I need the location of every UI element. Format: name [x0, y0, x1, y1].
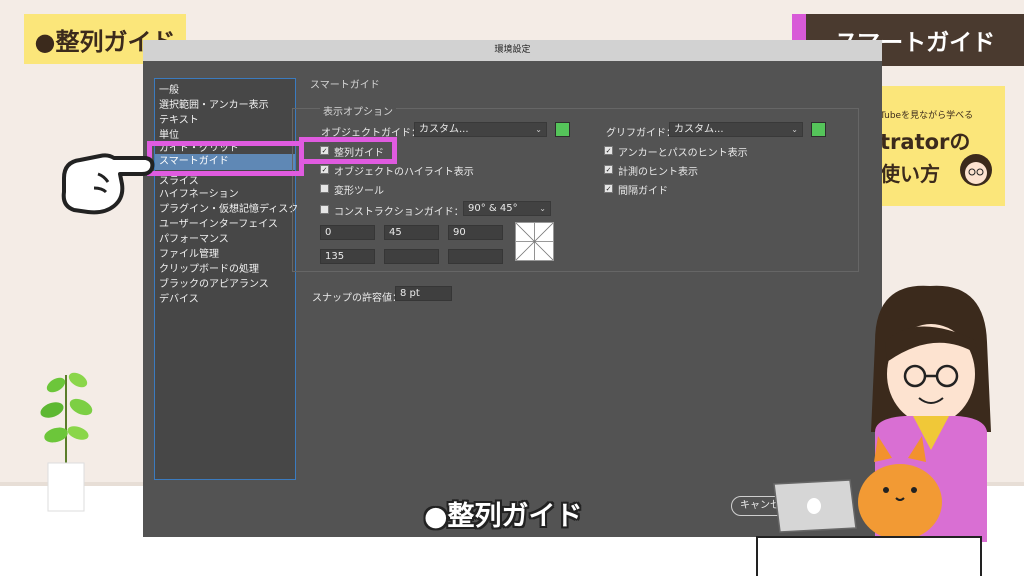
laptop-illustration [773, 479, 857, 533]
preferences-category-list[interactable]: 一般 選択範囲・アンカー表示 テキスト 単位 ガイド・グリッド スマートガイド … [154, 78, 298, 480]
sidebar-item-clipboard[interactable]: クリップボードの処理 [159, 260, 259, 275]
presenter-face-icon [960, 154, 992, 186]
angle-field-3[interactable]: 90 [448, 225, 503, 240]
glyph-guide-color-swatch[interactable] [811, 122, 826, 137]
glyph-guide-dropdown[interactable]: カスタム... ⌄ [669, 122, 803, 137]
angle-field-6[interactable] [448, 249, 503, 264]
pointing-hand-icon [61, 153, 155, 215]
sidebar-item-type[interactable]: テキスト [159, 111, 199, 126]
sidebar-item-ui[interactable]: ユーザーインターフェイス [159, 215, 278, 230]
glyph-guide-value: カスタム... [674, 124, 724, 135]
sidebar-item-plugins[interactable]: プラグイン・仮想記憶ディスク [159, 200, 298, 215]
promo-card: Tubeを見ながら学べる trator​の 使い方 [870, 86, 1005, 206]
transform-tools-label: 変形ツール [334, 186, 384, 197]
chevron-down-icon: ⌄ [539, 204, 546, 213]
angle-field-2[interactable]: 45 [384, 225, 439, 240]
sidebar-item-general[interactable]: 一般 [159, 81, 179, 96]
object-guide-value: カスタム... [419, 124, 469, 135]
glyph-guide-label: グリフガイド： [606, 128, 676, 139]
construction-guides-checkbox[interactable] [320, 205, 329, 214]
angle-field-5[interactable] [384, 249, 439, 264]
chevron-down-icon: ⌄ [791, 125, 798, 134]
chevron-down-icon: ⌄ [535, 125, 542, 134]
transform-tools-checkbox[interactable] [320, 184, 329, 193]
object-guide-dropdown[interactable]: カスタム... ⌄ [414, 122, 547, 137]
construction-guides-label: コンストラクションガイド： [334, 207, 464, 218]
measurement-labels-checkbox[interactable]: ✓ [604, 165, 613, 174]
anchor-path-labels-checkbox[interactable]: ✓ [604, 146, 613, 155]
desk-illustration [756, 536, 982, 576]
angle-field-1[interactable]: 0 [320, 225, 375, 240]
measurement-labels-label: 計測のヒント表示 [618, 167, 698, 178]
anchor-path-labels-label: アンカーとパスのヒント表示 [618, 148, 748, 159]
checkbox-highlight-box [299, 137, 397, 164]
mascot-illustration [858, 436, 942, 540]
sidebar-item-file-handling[interactable]: ファイル管理 [159, 245, 219, 260]
sidebar-item-black[interactable]: ブラックのアピアランス [159, 275, 269, 290]
sidebar-item-hyphenation[interactable]: ハイフネーション [159, 185, 239, 200]
construction-angles-dropdown[interactable]: 90° & 45° ⌄ [463, 201, 551, 216]
snap-tolerance-label: スナップの許容値： [312, 293, 402, 304]
bottom-caption: ●整列ガイド [424, 501, 583, 532]
object-highlighting-label: オブジェクトのハイライト表示 [334, 167, 474, 178]
plant-illustration [40, 372, 93, 512]
snap-tolerance-field[interactable]: 8 pt [395, 286, 452, 301]
promo-line-2: trator​の [880, 130, 971, 154]
spacing-guides-checkbox[interactable]: ✓ [604, 184, 613, 193]
sidebar-item-performance[interactable]: パフォーマンス [159, 230, 229, 245]
object-guide-color-swatch[interactable] [555, 122, 570, 137]
sidebar-item-selection[interactable]: 選択範囲・アンカー表示 [159, 96, 269, 111]
angle-star-icon [515, 222, 554, 261]
promo-line-3: 使い方 [880, 162, 940, 186]
group-title: 表示オプション [320, 103, 396, 118]
sidebar-highlight-box [147, 141, 304, 176]
sidebar-item-devices[interactable]: デバイス [159, 290, 199, 305]
construction-angles-value: 90° & 45° [468, 203, 518, 214]
object-highlighting-checkbox[interactable]: ✓ [320, 165, 329, 174]
display-options-group: 表示オプション オブジェクトガイド： カスタム... ⌄ グリフガイド： カスタム… [292, 103, 859, 272]
preferences-dialog: 環境設定 一般 選択範囲・アンカー表示 テキスト 単位 ガイド・グリッド スマー… [143, 40, 882, 537]
angle-preview-icon [515, 222, 554, 261]
promo-line-1: Tubeを見ながら学べる [880, 111, 974, 121]
section-title: スマートガイド [310, 80, 380, 91]
spacing-guides-label: 間隔ガイド [618, 186, 668, 197]
dialog-title: 環境設定 [143, 40, 882, 61]
angle-field-4[interactable]: 135 [320, 249, 375, 264]
